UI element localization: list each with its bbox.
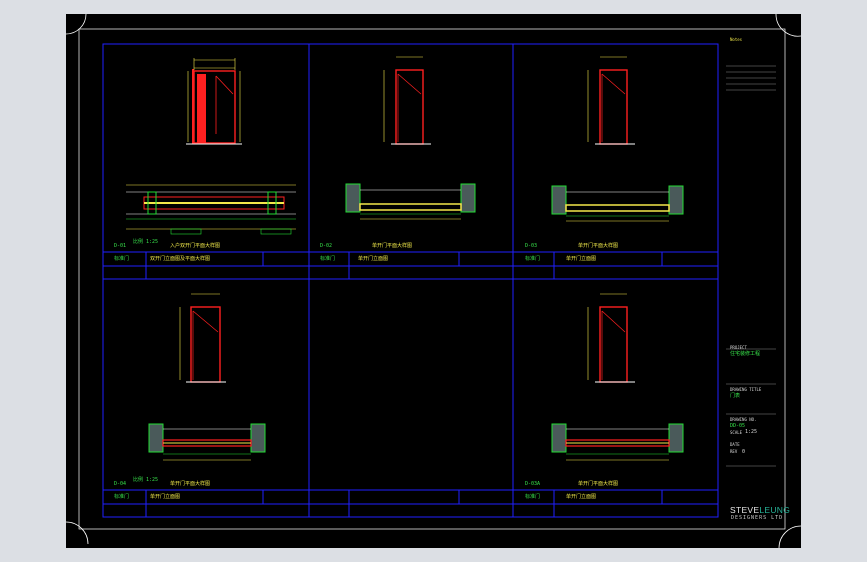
panel-3-elevation: [587, 56, 635, 145]
panel-2-title: 单开门平面大样图: [372, 243, 413, 249]
panel-1-plan: [126, 184, 296, 235]
panel-4-sub: 标准门: [114, 494, 130, 500]
drawing-no: DD-05: [730, 423, 746, 429]
scale-value: 1:25: [745, 429, 758, 435]
viewport-corner-bl: [66, 521, 89, 545]
panel-4-scale: 比例 1:25: [133, 477, 159, 483]
viewport-corner-tr: [775, 14, 801, 37]
scale-label: SCALE: [730, 430, 743, 435]
drawing-title: 门表: [730, 393, 741, 399]
panel-6-title: 单开门平面大样图: [578, 481, 619, 487]
panel-3-desc: 单开门立面图: [566, 256, 597, 262]
panel-3-title: 单开门平面大样图: [578, 243, 619, 249]
firm-name-1: STEVE: [730, 505, 760, 515]
panel-6-elevation: [587, 293, 635, 383]
panel-3-sub: 标准门: [525, 256, 541, 262]
panel-1-elevation: [186, 58, 242, 145]
door-schedule-drawing: [66, 14, 801, 548]
panel-2-code: D-02: [320, 243, 333, 249]
panel-2-desc: 单开门立面图: [358, 256, 389, 262]
rev-label: REV: [730, 449, 738, 454]
firm-logo: STEVELEUNG: [730, 506, 790, 515]
panel-1-title: 入户双开门平面大样图: [170, 243, 221, 249]
panel-6-plan: [551, 423, 684, 461]
firm-sub: DESIGNERS LTD: [731, 515, 784, 521]
panel-4-elevation: [179, 293, 226, 383]
panel-3-code: D-03: [525, 243, 538, 249]
date-label: DATE: [730, 442, 740, 447]
project-label: PROJECT: [730, 345, 747, 350]
notes-heading: Notes: [730, 37, 743, 42]
drawing-title-label: DRAWING TITLE: [730, 387, 762, 392]
panel-3-plan: [551, 185, 684, 222]
panel-4-plan: [148, 423, 266, 461]
panel-6-sub: 标准门: [525, 494, 541, 500]
panel-2-elevation: [383, 56, 431, 145]
panel-1-code: D-01: [114, 243, 127, 249]
viewport-corner-tl: [66, 14, 87, 35]
panel-4-title: 单开门平面大样图: [170, 481, 211, 487]
panel-1-desc: 双开门立面图及平面大样图: [150, 256, 211, 262]
title-block-lines: [726, 65, 776, 467]
title-band-bottom: [103, 489, 718, 517]
panel-2-sub: 标准门: [320, 256, 336, 262]
panel-4-desc: 单开门立面图: [150, 494, 181, 500]
panel-1-sub: 标准门: [114, 256, 130, 262]
panel-6-desc: 单开门立面图: [566, 494, 597, 500]
panel-1-scale: 比例 1:25: [133, 239, 159, 245]
panel-6-code: D-03A: [525, 481, 541, 487]
rev-value: 0: [742, 449, 746, 455]
panel-4-code: D-04: [114, 481, 127, 487]
project-name: 住宅装修工程: [730, 351, 761, 357]
drawing-no-label: DRAWING NO.: [730, 417, 757, 422]
firm-name-2: LEUNG: [759, 505, 791, 515]
panel-2-plan: [345, 183, 476, 220]
